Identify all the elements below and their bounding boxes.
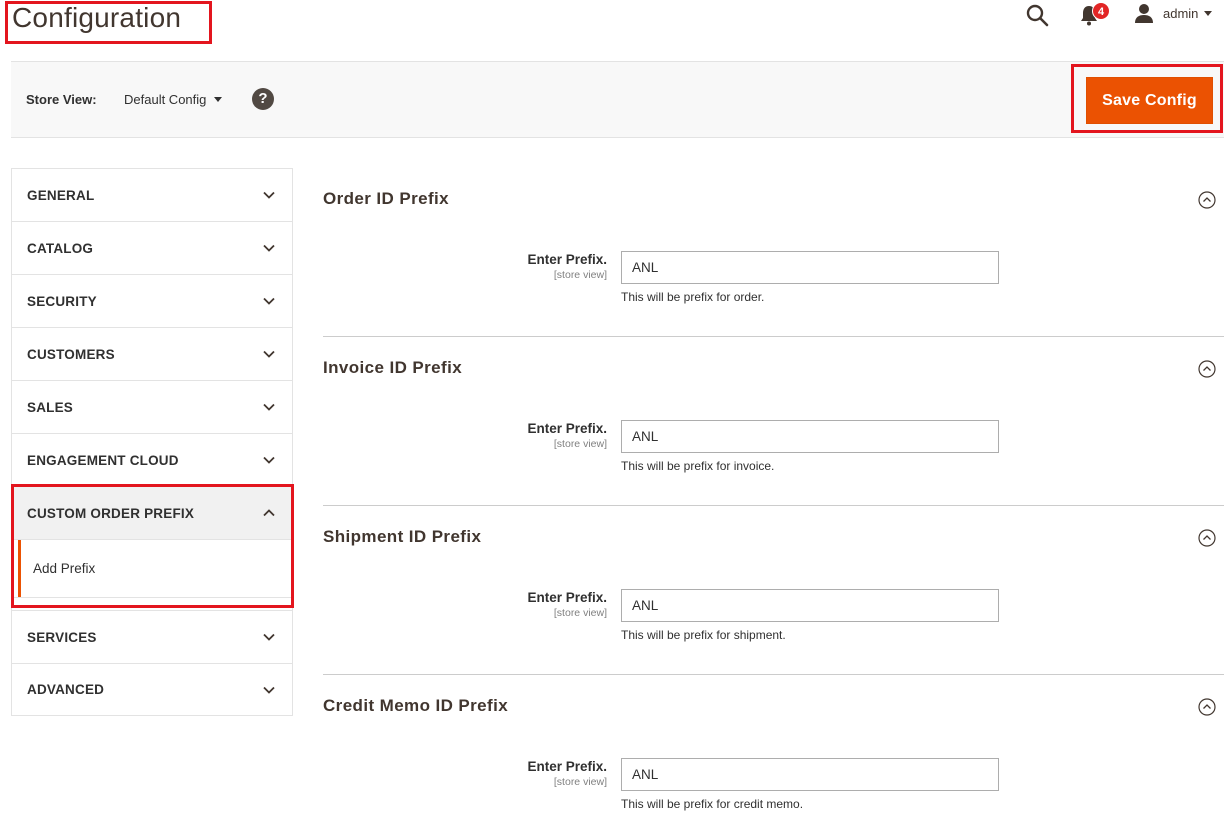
- help-icon[interactable]: ?: [252, 88, 274, 110]
- store-view-bar: Store View: Default Config ? Save Config: [11, 61, 1224, 138]
- chevron-down-icon: [263, 403, 275, 411]
- section-title[interactable]: Order ID Prefix: [323, 189, 449, 209]
- sidebar-item-advanced[interactable]: ADVANCED: [11, 663, 293, 716]
- collapse-icon[interactable]: [1198, 529, 1216, 547]
- chevron-down-icon: [263, 191, 275, 199]
- chevron-down-icon: [263, 244, 275, 252]
- chevron-down-icon: [263, 350, 275, 358]
- highlight-box-custom-order-prefix: [11, 484, 294, 608]
- sidebar-item-engagement-cloud[interactable]: ENGAGEMENT CLOUD: [11, 433, 293, 486]
- field-scope: [store view]: [553, 438, 607, 450]
- notification-badge[interactable]: 4: [1092, 2, 1110, 20]
- field-scope: [store view]: [553, 269, 607, 281]
- sidebar-item-sales[interactable]: SALES: [11, 380, 293, 433]
- invoice-prefix-input[interactable]: [621, 420, 999, 453]
- search-icon[interactable]: [1025, 3, 1049, 27]
- sidebar-item-security[interactable]: SECURITY: [11, 274, 293, 327]
- section-shipment-id-prefix: Shipment ID Prefix Enter Prefix. [store …: [323, 506, 1224, 675]
- field-label: Enter Prefix.: [527, 590, 607, 605]
- field-note: This will be prefix for invoice.: [621, 459, 775, 473]
- field-label: Enter Prefix.: [527, 759, 607, 774]
- field-note: This will be prefix for shipment.: [621, 628, 786, 642]
- sidebar-item-customers[interactable]: CUSTOMERS: [11, 327, 293, 380]
- sidebar-item-catalog[interactable]: CATALOG: [11, 221, 293, 274]
- section-title[interactable]: Credit Memo ID Prefix: [323, 696, 508, 716]
- chevron-down-icon: [1204, 10, 1213, 16]
- highlight-box-title: [5, 1, 212, 44]
- field-note: This will be prefix for credit memo.: [621, 797, 804, 811]
- config-main: Order ID Prefix Enter Prefix. [store vie…: [323, 168, 1224, 832]
- field-note: This will be prefix for order.: [621, 290, 765, 304]
- collapse-icon[interactable]: [1198, 360, 1216, 378]
- field-label: Enter Prefix.: [527, 252, 607, 267]
- config-sidebar: GENERAL CATALOG SECURITY CUSTOMERS SALES…: [11, 168, 293, 716]
- collapse-icon[interactable]: [1198, 698, 1216, 716]
- chevron-down-icon: [263, 297, 275, 305]
- highlight-box-save: [1071, 64, 1223, 133]
- store-view-select[interactable]: Default Config: [124, 92, 223, 107]
- field-scope: [store view]: [553, 607, 607, 619]
- section-invoice-id-prefix: Invoice ID Prefix Enter Prefix. [store v…: [323, 337, 1224, 506]
- order-prefix-input[interactable]: [621, 251, 999, 284]
- field-label: Enter Prefix.: [527, 421, 607, 436]
- user-name: admin: [1163, 5, 1199, 21]
- user-icon: [1135, 4, 1153, 23]
- section-order-id-prefix: Order ID Prefix Enter Prefix. [store vie…: [323, 168, 1224, 337]
- store-view-value: Default Config: [124, 92, 207, 107]
- store-view-label: Store View:: [26, 92, 97, 107]
- chevron-down-icon: [214, 97, 223, 102]
- field-scope: [store view]: [553, 776, 607, 788]
- chevron-down-icon: [263, 686, 275, 694]
- section-title[interactable]: Invoice ID Prefix: [323, 358, 462, 378]
- collapse-icon[interactable]: [1198, 191, 1216, 209]
- chevron-down-icon: [263, 633, 275, 641]
- credit-memo-prefix-input[interactable]: [621, 758, 999, 791]
- section-credit-memo-id-prefix: Credit Memo ID Prefix Enter Prefix. [sto…: [323, 675, 1224, 832]
- section-title[interactable]: Shipment ID Prefix: [323, 527, 481, 547]
- sidebar-item-general[interactable]: GENERAL: [11, 168, 293, 221]
- chevron-down-icon: [263, 456, 275, 464]
- shipment-prefix-input[interactable]: [621, 589, 999, 622]
- user-menu[interactable]: admin: [1133, 2, 1213, 24]
- sidebar-item-services[interactable]: SERVICES: [11, 610, 293, 663]
